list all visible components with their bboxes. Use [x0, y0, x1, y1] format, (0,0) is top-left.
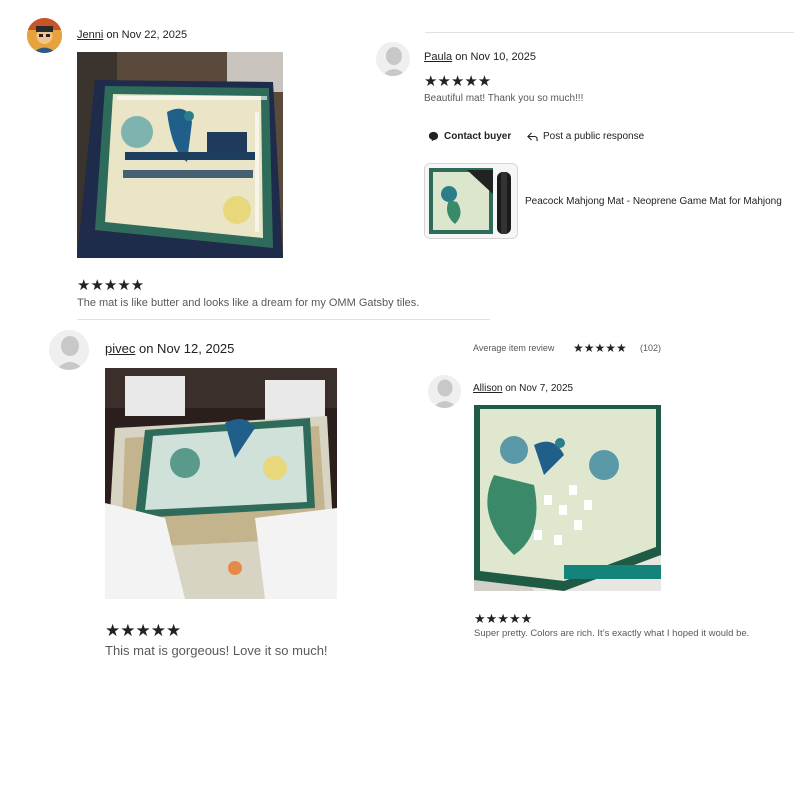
mat-photo-image — [77, 52, 283, 258]
review-date: on Nov 12, 2025 — [138, 341, 235, 356]
product-thumbnail[interactable] — [424, 163, 518, 239]
chat-bubble-icon — [428, 131, 439, 142]
reviewer-line: pivec on Nov 12, 2025 — [105, 341, 234, 356]
average-review-count: (102) — [640, 343, 662, 353]
star-icon: ★★★★★ — [474, 611, 533, 626]
reviewer-name-link[interactable]: pivec — [105, 341, 135, 356]
reviewer-line: Allison on Nov 7, 2025 — [473, 383, 573, 394]
user-avatar-icon — [376, 42, 410, 76]
user-avatar-icon — [49, 330, 89, 370]
user-avatar-icon — [27, 18, 62, 53]
average-rating-stars: ★★★★★ — [573, 342, 627, 354]
product-image — [425, 164, 517, 238]
review-photo[interactable] — [474, 405, 661, 591]
public-response-label: Post a public response — [543, 131, 645, 142]
reply-arrow-icon — [527, 131, 538, 142]
review-text: The mat is like butter and looks like a … — [77, 297, 420, 309]
review-photo[interactable] — [77, 52, 283, 258]
product-title-link[interactable]: Peacock Mahjong Mat - Neoprene Game Mat … — [525, 196, 782, 207]
reviewer-line: Jenni on Nov 22, 2025 — [77, 29, 187, 41]
reviewer-avatar-paula[interactable] — [376, 42, 410, 76]
star-icon: ★★★★★ — [77, 277, 145, 294]
review-divider — [77, 319, 490, 320]
reviewer-name-link[interactable]: Jenni — [77, 29, 103, 41]
reviewer-line: Paula on Nov 10, 2025 — [424, 51, 536, 63]
review-date: on Nov 22, 2025 — [106, 29, 188, 41]
review-divider — [425, 32, 794, 33]
reviewer-avatar-pivec[interactable] — [49, 330, 89, 370]
star-icon: ★★★★★ — [573, 341, 627, 355]
review-text: Super pretty. Colors are rich. It’s exac… — [474, 628, 750, 639]
review-rating-stars: ★★★★★ — [77, 278, 144, 293]
review-rating-stars: ★★★★★ — [424, 74, 491, 89]
reviewer-avatar-jenni[interactable] — [27, 18, 62, 53]
star-icon: ★★★★★ — [424, 73, 492, 90]
review-rating-stars: ★★★★★ — [474, 612, 532, 625]
review-photo[interactable] — [105, 368, 337, 599]
review-date: on Nov 10, 2025 — [455, 51, 536, 63]
review-date: on Nov 7, 2025 — [505, 383, 574, 394]
user-avatar-icon — [428, 375, 461, 408]
post-public-response-button[interactable]: Post a public response — [527, 131, 644, 142]
reviewer-avatar-allison[interactable] — [428, 375, 461, 408]
average-review-label: Average item review — [473, 343, 555, 353]
review-text: Beautiful mat! Thank you so much!!! — [424, 93, 584, 104]
contact-buyer-label: Contact buyer — [444, 131, 512, 142]
mat-photo-image — [474, 405, 661, 591]
review-text: This mat is gorgeous! Love it so much! — [105, 643, 328, 658]
contact-buyer-button[interactable]: Contact buyer — [428, 131, 511, 142]
reviewer-name-link[interactable]: Paula — [424, 51, 452, 63]
reviewer-name-link[interactable]: Allison — [473, 383, 502, 394]
star-icon: ★★★★★ — [105, 621, 182, 640]
mat-photo-image — [105, 368, 337, 599]
review-rating-stars: ★★★★★ — [105, 622, 181, 639]
